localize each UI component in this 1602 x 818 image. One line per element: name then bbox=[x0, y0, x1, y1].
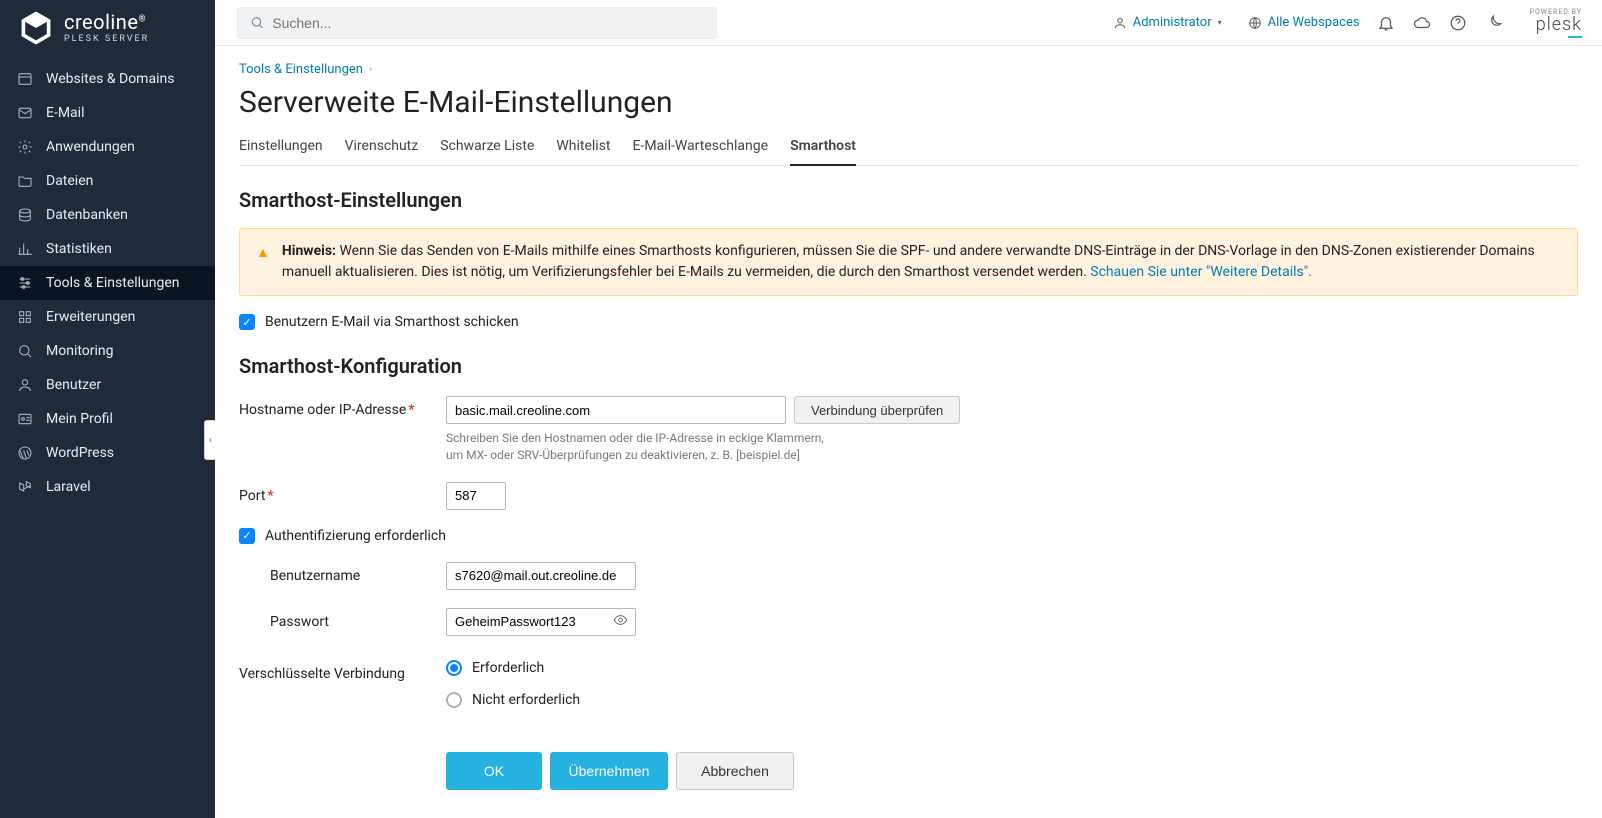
admin-menu[interactable]: Administrator ▾ bbox=[1113, 15, 1222, 30]
search-box[interactable] bbox=[237, 7, 717, 39]
checkbox-auth-required[interactable]: ✓ bbox=[239, 528, 255, 544]
label-port: Port* bbox=[239, 482, 446, 504]
tab-mailqueue[interactable]: E-Mail-Warteschlange bbox=[633, 138, 769, 165]
nav-monitoring[interactable]: Monitoring bbox=[0, 334, 215, 368]
id-icon bbox=[16, 410, 34, 428]
search-input[interactable] bbox=[272, 15, 704, 31]
search-icon bbox=[250, 15, 264, 30]
nav-extensions[interactable]: Erweiterungen bbox=[0, 300, 215, 334]
nav-files[interactable]: Dateien bbox=[0, 164, 215, 198]
logo-icon bbox=[18, 10, 54, 46]
nav-wordpress[interactable]: WordPress bbox=[0, 436, 215, 470]
webspaces-link[interactable]: Alle Webspaces bbox=[1248, 15, 1360, 30]
nav-stats[interactable]: Statistiken bbox=[0, 232, 215, 266]
sidebar-collapse[interactable]: ‹ bbox=[204, 420, 216, 460]
input-hostname[interactable] bbox=[446, 396, 786, 424]
gear-icon bbox=[16, 138, 34, 156]
label-encryption: Verschlüsselte Verbindung bbox=[239, 660, 446, 682]
cloud-icon[interactable] bbox=[1412, 13, 1432, 33]
nav-databases[interactable]: Datenbanken bbox=[0, 198, 215, 232]
globe-icon bbox=[1248, 16, 1262, 30]
nav-users[interactable]: Benutzer bbox=[0, 368, 215, 402]
breadcrumb-root[interactable]: Tools & Einstellungen bbox=[239, 62, 363, 77]
sidebar: creoline® PLESK SERVER Websites & Domain… bbox=[0, 0, 215, 818]
cancel-button[interactable]: Abbrechen bbox=[676, 752, 794, 790]
chevron-right-icon: › bbox=[369, 64, 372, 75]
database-icon bbox=[16, 206, 34, 224]
notice-text: Hinweis: Wenn Sie das Senden von E-Mails… bbox=[282, 241, 1561, 283]
main-panel: Administrator ▾ Alle Webspaces POWERED B… bbox=[215, 0, 1602, 818]
input-username[interactable] bbox=[446, 562, 636, 590]
plesk-badge[interactable]: POWERED BY plesk bbox=[1530, 8, 1582, 38]
input-port[interactable] bbox=[446, 482, 506, 510]
label-hostname: Hostname oder IP-Adresse* bbox=[239, 396, 446, 418]
hostname-hint: Schreiben Sie den Hostnamen oder die IP-… bbox=[446, 430, 960, 464]
mail-icon bbox=[16, 104, 34, 122]
chevron-down-icon: ▾ bbox=[1218, 18, 1222, 27]
label-password: Passwort bbox=[239, 608, 446, 630]
tab-antivirus[interactable]: Virenschutz bbox=[345, 138, 419, 165]
nav-apps[interactable]: Anwendungen bbox=[0, 130, 215, 164]
nav-profile[interactable]: Mein Profil bbox=[0, 402, 215, 436]
input-password[interactable] bbox=[446, 608, 636, 636]
sliders-icon bbox=[16, 274, 34, 292]
radio-enc-not-required[interactable] bbox=[446, 692, 462, 708]
label-username: Benutzername bbox=[239, 562, 446, 584]
nav-websites[interactable]: Websites & Domains bbox=[0, 62, 215, 96]
nav-mail[interactable]: E-Mail bbox=[0, 96, 215, 130]
folder-icon bbox=[16, 172, 34, 190]
help-icon[interactable] bbox=[1448, 13, 1468, 33]
laravel-icon bbox=[16, 478, 34, 496]
page-title: Serverweite E-Mail-Einstellungen bbox=[239, 85, 1578, 120]
checkbox-send-via-smarthost[interactable]: ✓ bbox=[239, 314, 255, 330]
radio-enc-required[interactable] bbox=[446, 660, 462, 676]
magnifier-icon bbox=[16, 342, 34, 360]
breadcrumb: Tools & Einstellungen › bbox=[239, 62, 1578, 77]
eye-icon[interactable] bbox=[613, 612, 628, 631]
nav-tools[interactable]: Tools & Einstellungen bbox=[0, 266, 215, 300]
moon-icon[interactable] bbox=[1484, 13, 1504, 33]
puzzle-icon bbox=[16, 308, 34, 326]
tabs: Einstellungen Virenschutz Schwarze Liste… bbox=[239, 138, 1578, 166]
tab-settings[interactable]: Einstellungen bbox=[239, 138, 323, 165]
main-nav: Websites & Domains E-Mail Anwendungen Da… bbox=[0, 62, 215, 504]
wordpress-icon bbox=[16, 444, 34, 462]
tab-smarthost[interactable]: Smarthost bbox=[790, 138, 856, 166]
radio-enc-not-required-label: Nicht erforderlich bbox=[472, 692, 580, 708]
brand-name: creoline bbox=[64, 10, 138, 34]
apply-button[interactable]: Übernehmen bbox=[550, 752, 668, 790]
notice-box: ▲ Hinweis: Wenn Sie das Senden von E-Mai… bbox=[239, 228, 1578, 296]
bell-icon[interactable] bbox=[1376, 13, 1396, 33]
user-icon bbox=[16, 376, 34, 394]
tab-whitelist[interactable]: Whitelist bbox=[556, 138, 610, 165]
ok-button[interactable]: OK bbox=[446, 752, 542, 790]
notice-details-link[interactable]: Schauen Sie unter "Weitere Details". bbox=[1090, 264, 1312, 280]
chart-icon bbox=[16, 240, 34, 258]
brand-logo[interactable]: creoline® PLESK SERVER bbox=[0, 0, 215, 56]
browser-icon bbox=[16, 70, 34, 88]
tab-blacklist[interactable]: Schwarze Liste bbox=[440, 138, 534, 165]
checkbox-auth-required-label: Authentifizierung erforderlich bbox=[265, 528, 446, 544]
radio-enc-required-label: Erforderlich bbox=[472, 660, 544, 676]
user-icon bbox=[1113, 16, 1127, 30]
verify-connection-button[interactable]: Verbindung überprüfen bbox=[794, 396, 960, 424]
section-smarthost-config: Smarthost-Konfiguration bbox=[239, 354, 1578, 378]
warning-icon: ▲ bbox=[256, 243, 270, 285]
content-area: Tools & Einstellungen › Serverweite E-Ma… bbox=[215, 46, 1602, 806]
nav-laravel[interactable]: Laravel bbox=[0, 470, 215, 504]
brand-sub: PLESK SERVER bbox=[64, 35, 149, 44]
section-smarthost-settings: Smarthost-Einstellungen bbox=[239, 188, 1578, 212]
topbar: Administrator ▾ Alle Webspaces POWERED B… bbox=[215, 0, 1602, 46]
checkbox-send-via-smarthost-label: Benutzern E-Mail via Smarthost schicken bbox=[265, 314, 519, 330]
